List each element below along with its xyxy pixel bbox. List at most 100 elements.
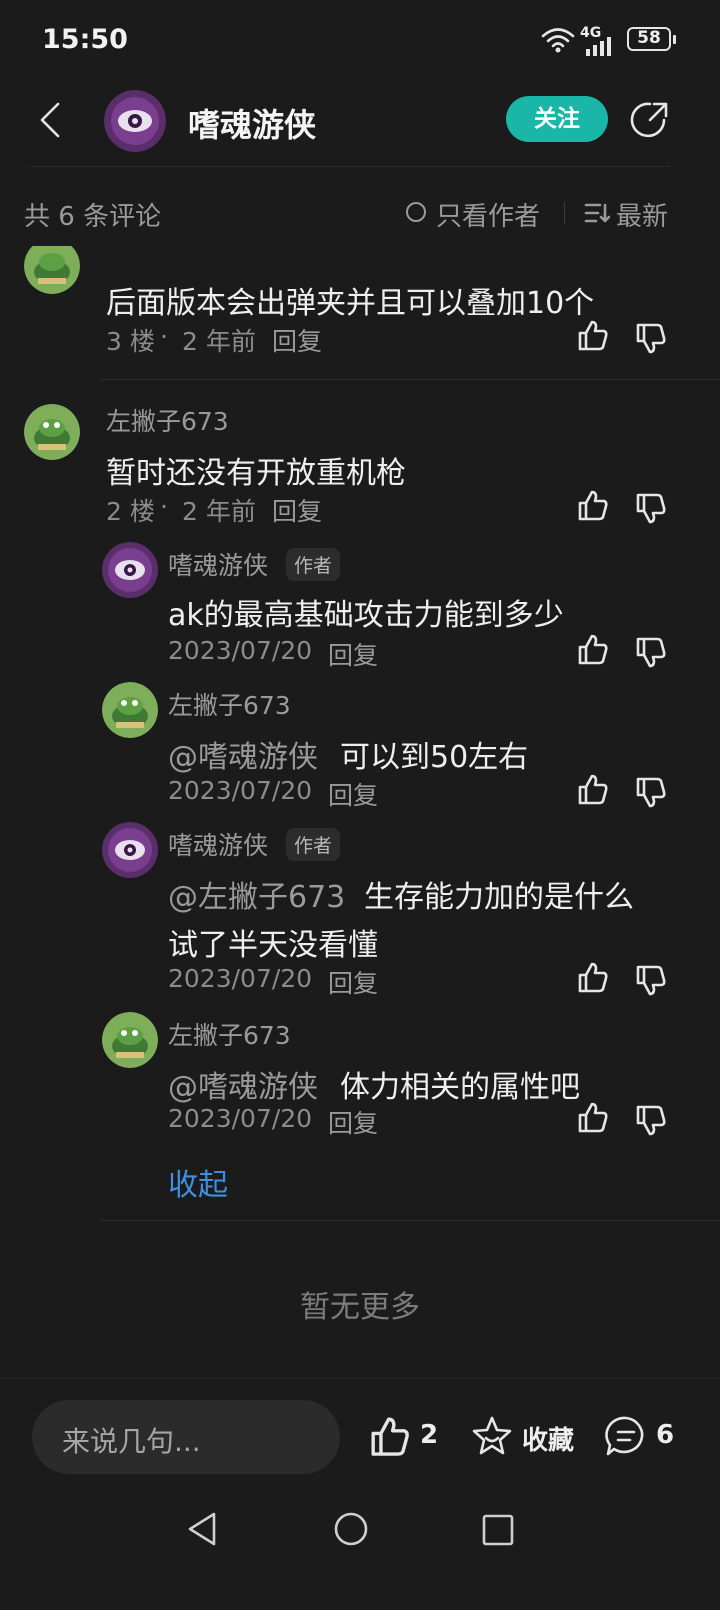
comment-divider bbox=[100, 379, 720, 380]
comment-text: 后面版本会出弹夹并且可以叠加10个 bbox=[106, 286, 595, 321]
thumb-up-icon bbox=[578, 490, 608, 521]
reply-username[interactable]: 左撇子673 bbox=[168, 686, 291, 722]
reply-button[interactable]: 回复 bbox=[328, 636, 378, 672]
dislike-button[interactable] bbox=[634, 322, 668, 356]
nav-back-button[interactable] bbox=[184, 1510, 220, 1548]
reply-username[interactable]: 嗜魂游侠 bbox=[168, 546, 268, 582]
share-icon bbox=[630, 102, 668, 138]
reply-text: ak的最高基础攻击力能到多少 bbox=[168, 598, 564, 633]
square-recents-icon bbox=[482, 1514, 514, 1546]
reply-mention[interactable]: @嗜魂游侠 bbox=[168, 732, 318, 776]
status-bar: 15:50 4G 58 bbox=[0, 0, 720, 80]
star-icon bbox=[472, 1416, 512, 1455]
header-divider bbox=[30, 166, 670, 167]
reply-username[interactable]: 左撇子673 bbox=[168, 1016, 291, 1052]
reply-avatar[interactable] bbox=[102, 1012, 158, 1068]
thumb-up-icon bbox=[578, 962, 608, 993]
thumb-up-icon bbox=[578, 634, 608, 665]
user-avatar[interactable] bbox=[24, 246, 80, 294]
reply-button[interactable]: 回复 bbox=[328, 1104, 378, 1140]
meta-dot: · bbox=[160, 322, 168, 351]
reply-mention[interactable]: @左撇子673 bbox=[168, 872, 345, 916]
author-only-label: 只看作者 bbox=[436, 202, 541, 232]
thumb-up-icon bbox=[371, 1417, 409, 1456]
comment-text: 暂时还没有开放重机枪 bbox=[106, 456, 406, 491]
comment-input-placeholder: 来说几句... bbox=[62, 1425, 201, 1458]
like-button[interactable] bbox=[576, 488, 610, 522]
comment-count-badge: 6 bbox=[656, 1420, 675, 1450]
meta-dot: · bbox=[160, 492, 168, 521]
header-avatar[interactable] bbox=[104, 90, 166, 152]
dislike-button[interactable] bbox=[634, 492, 668, 526]
chevron-left-icon bbox=[40, 102, 60, 138]
user-avatar[interactable] bbox=[24, 404, 80, 460]
reply-date: 2023/07/20 bbox=[168, 1104, 313, 1133]
back-button[interactable] bbox=[34, 100, 68, 140]
dislike-button[interactable] bbox=[634, 1104, 668, 1138]
chat-bubble-icon bbox=[605, 1416, 644, 1456]
page-title: 嗜魂游侠 bbox=[188, 106, 317, 144]
end-of-list: 暂无更多 bbox=[0, 1282, 720, 1326]
like-button[interactable] bbox=[576, 632, 610, 666]
nav-home-button[interactable] bbox=[332, 1510, 370, 1548]
collapse-link[interactable]: 收起 bbox=[168, 1160, 228, 1204]
comment-input[interactable]: 来说几句... bbox=[32, 1400, 340, 1474]
reply-mention[interactable]: @嗜魂游侠 bbox=[168, 1062, 318, 1106]
comment-divider bbox=[100, 1220, 720, 1221]
comment-count: 共 6 条评论 bbox=[24, 202, 162, 232]
dislike-button[interactable] bbox=[634, 964, 668, 998]
status-time: 15:50 bbox=[42, 24, 128, 55]
triangle-back-icon bbox=[188, 1512, 216, 1546]
reply-text: 生存能力加的是什么 bbox=[364, 880, 634, 915]
reply-button[interactable]: 回复 bbox=[272, 492, 322, 528]
reply-username[interactable]: 嗜魂游侠 bbox=[168, 826, 268, 862]
toolbar-divider bbox=[564, 202, 565, 224]
share-button[interactable] bbox=[628, 98, 672, 142]
sort-icon bbox=[584, 203, 610, 223]
follow-label: 关注 bbox=[534, 106, 580, 132]
comment-username[interactable]: 左撇子673 bbox=[106, 402, 229, 438]
reply-avatar[interactable] bbox=[102, 822, 158, 878]
thumb-down-icon bbox=[636, 1105, 666, 1136]
follow-button[interactable]: 关注 bbox=[506, 96, 608, 142]
radio-circle-icon bbox=[406, 202, 426, 222]
thumb-up-icon bbox=[578, 320, 608, 351]
like-button[interactable] bbox=[576, 772, 610, 806]
thumb-down-icon bbox=[636, 323, 666, 354]
signal-icon bbox=[584, 34, 620, 56]
author-badge: 作者 bbox=[286, 548, 341, 581]
like-button[interactable] bbox=[576, 318, 610, 352]
comment-time: 2 年前 bbox=[182, 497, 256, 526]
thumb-down-icon bbox=[636, 965, 666, 996]
collect-label: 收藏 bbox=[522, 1426, 575, 1456]
battery-icon: 58 bbox=[627, 27, 676, 51]
nav-recents-button[interactable] bbox=[480, 1512, 516, 1548]
dislike-button[interactable] bbox=[634, 636, 668, 670]
thumb-down-icon bbox=[636, 777, 666, 808]
wifi-icon bbox=[541, 26, 575, 54]
reply-button[interactable]: 回复 bbox=[328, 776, 378, 812]
dislike-button[interactable] bbox=[634, 776, 668, 810]
thumb-up-icon bbox=[578, 1102, 608, 1133]
reply-date: 2023/07/20 bbox=[168, 776, 313, 805]
reply-avatar[interactable] bbox=[102, 682, 158, 738]
sort-label: 最新 bbox=[616, 202, 669, 232]
thumb-down-icon bbox=[636, 493, 666, 524]
battery-level: 58 bbox=[637, 28, 661, 48]
reply-text: 体力相关的属性吧 bbox=[340, 1070, 580, 1105]
thumb-down-icon bbox=[636, 637, 666, 668]
like-button[interactable] bbox=[576, 960, 610, 994]
like-count: 2 bbox=[420, 1420, 439, 1450]
like-button[interactable] bbox=[576, 1100, 610, 1134]
reply-avatar[interactable] bbox=[102, 542, 158, 598]
author-badge: 作者 bbox=[286, 828, 341, 861]
thumb-up-icon bbox=[578, 774, 608, 805]
comment-floor: 3 楼 bbox=[106, 327, 155, 356]
end-label: 暂无更多 bbox=[300, 1290, 420, 1325]
bottom-bar-divider bbox=[0, 1378, 720, 1379]
comment-time: 2 年前 bbox=[182, 327, 256, 356]
reply-text-line2: 试了半天没看懂 bbox=[168, 928, 378, 963]
reply-button[interactable]: 回复 bbox=[328, 964, 378, 1000]
reply-button[interactable]: 回复 bbox=[272, 322, 322, 358]
circle-home-icon bbox=[334, 1512, 368, 1546]
